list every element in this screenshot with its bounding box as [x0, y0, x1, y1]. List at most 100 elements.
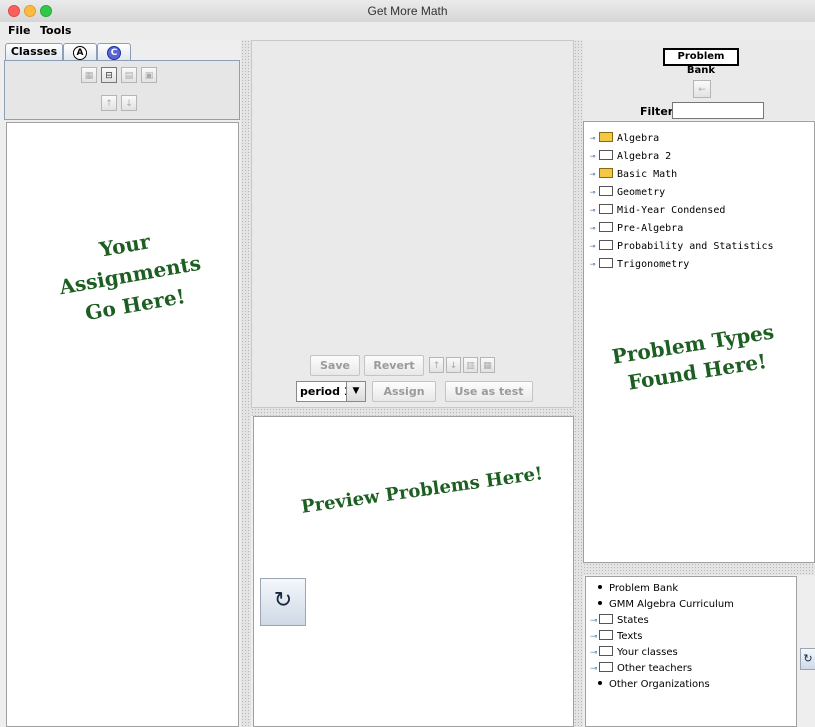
source-item-label: Other teachers [617, 663, 693, 674]
tree-item-label: Geometry [617, 187, 666, 198]
tree-toggle-icon[interactable]: ⊸ [590, 240, 599, 254]
tree-toggle-icon[interactable]: ⊸ [590, 662, 599, 676]
tree-toggle-icon[interactable]: ⊸ [590, 258, 599, 272]
tree-item-label: Algebra 2 [617, 151, 672, 162]
source-item-problem-bank[interactable]: Problem Bank [594, 582, 678, 596]
folder-icon [599, 204, 613, 214]
tree-item-basic-math[interactable]: ⊸ Basic Math [590, 168, 677, 182]
menu-tools[interactable]: Tools [40, 24, 71, 37]
folder-icon [599, 646, 613, 656]
source-item-other-teachers[interactable]: ⊸ Other teachers [590, 662, 692, 676]
menu-file[interactable]: File [8, 24, 31, 37]
revert-button[interactable]: Revert [364, 355, 424, 376]
filter-input[interactable] [672, 102, 764, 119]
print-icon[interactable]: ▥ [463, 357, 478, 373]
source-item-texts[interactable]: ⊸ Texts [590, 630, 642, 644]
tree-toggle-icon[interactable]: ⊸ [590, 204, 599, 218]
folder-icon [599, 222, 613, 232]
tree-item-geometry[interactable]: ⊸ Geometry [590, 186, 665, 200]
source-item-label: Texts [617, 631, 643, 642]
source-item-label: States [617, 615, 649, 626]
tree-item-probability-and-statistics[interactable]: ⊸ Probability and Statistics [590, 240, 774, 254]
lock-assignment-icon[interactable]: ▣ [141, 67, 157, 83]
tree-item-label: Mid-Year Condensed [617, 205, 726, 216]
tab-classes-label: Classes [10, 45, 58, 58]
bullet-icon [598, 681, 602, 685]
period-select-value: period 1 [300, 385, 352, 398]
c-circle-icon: C [107, 46, 121, 60]
tab-c[interactable]: C [97, 43, 131, 61]
tree-item-algebra-2[interactable]: ⊸ Algebra 2 [590, 150, 671, 164]
folder-icon [599, 150, 613, 160]
window-title: Get More Math [367, 4, 448, 18]
source-side-strip: ↻ [798, 576, 815, 727]
move-up-icon[interactable]: ↑ [101, 95, 117, 111]
source-item-states[interactable]: ⊸ States [590, 614, 649, 628]
tree-toggle-icon[interactable]: ⊸ [590, 168, 599, 182]
problem-bank-header: Problem Bank ← Filter: [583, 40, 815, 120]
folder-icon [599, 186, 613, 196]
folder-icon [599, 258, 613, 268]
delete-problem-icon[interactable]: ▦ [480, 357, 495, 373]
tree-toggle-icon[interactable]: ⊸ [590, 630, 599, 644]
refresh-preview-icon[interactable]: ↻ [260, 578, 306, 626]
gold-folder-icon [599, 168, 613, 178]
tree-item-pre-algebra[interactable]: ⊸ Pre-Algebra [590, 222, 683, 236]
tree-toggle-icon[interactable]: ⊸ [590, 614, 599, 628]
move-problem-down-icon[interactable]: ↓ [446, 357, 461, 373]
tree-item-label: Basic Math [617, 169, 678, 180]
assignment-toolbar: ▦ ⊟ ▤ ▣ ↑ ↓ [4, 60, 240, 120]
problem-preview-pane: ↻ [253, 416, 574, 727]
folder-icon [599, 614, 613, 624]
center-splitter[interactable] [251, 408, 574, 416]
tab-classes[interactable]: Classes [5, 43, 63, 61]
a-circle-icon: A [73, 46, 87, 60]
source-item-other-organizations[interactable]: Other Organizations [594, 678, 710, 692]
tree-toggle-icon[interactable]: ⊸ [590, 646, 599, 660]
folder-icon [599, 240, 613, 250]
chevron-down-icon: ▼ [346, 382, 365, 401]
menu-bar: File Tools [0, 22, 815, 40]
move-down-icon[interactable]: ↓ [121, 95, 137, 111]
source-tree[interactable]: Problem Bank GMM Algebra Curriculum ⊸ Sta… [585, 576, 797, 727]
save-button[interactable]: Save [310, 355, 360, 376]
bullet-icon [598, 585, 602, 589]
move-problem-up-icon[interactable]: ↑ [429, 357, 444, 373]
back-arrow-icon[interactable]: ← [693, 80, 711, 98]
tree-item-mid-year-condensed[interactable]: ⊸ Mid-Year Condensed [590, 204, 725, 218]
tree-toggle-icon[interactable]: ⊸ [590, 132, 599, 146]
source-item-label: Your classes [617, 647, 678, 658]
source-item-label: GMM Algebra Curriculum [609, 599, 734, 610]
use-as-test-button[interactable]: Use as test [445, 381, 533, 402]
tree-item-trigonometry[interactable]: ⊸ Trigonometry [590, 258, 689, 272]
open-folder-icon[interactable]: ⊟ [101, 67, 117, 83]
problem-bank-title: Problem Bank [663, 48, 739, 76]
refresh-source-icon[interactable]: ↻ [800, 648, 815, 670]
right-horizontal-splitter[interactable] [583, 563, 815, 575]
tree-item-label: Algebra [617, 133, 660, 144]
folder-icon [599, 630, 613, 640]
assignment-editor: Save Revert ↑ ↓ ▥ ▦ period 1 ▼ Assign Us… [251, 40, 574, 408]
gold-folder-icon [599, 132, 613, 142]
delete-assignment-icon[interactable]: ▦ [81, 67, 97, 83]
tree-item-label: Probability and Statistics [617, 241, 774, 252]
assignments-list[interactable] [6, 122, 239, 727]
tab-a[interactable]: A [63, 43, 97, 61]
tree-toggle-icon[interactable]: ⊸ [590, 222, 599, 236]
source-item-your-classes[interactable]: ⊸ Your classes [590, 646, 678, 660]
assign-button[interactable]: Assign [372, 381, 436, 402]
left-splitter[interactable] [241, 40, 251, 727]
source-item-label: Other Organizations [609, 679, 710, 690]
tree-toggle-icon[interactable]: ⊸ [590, 186, 599, 200]
right-splitter[interactable] [574, 40, 583, 727]
tree-item-label: Pre-Algebra [617, 223, 684, 234]
tree-toggle-icon[interactable]: ⊸ [590, 150, 599, 164]
tree-item-algebra[interactable]: ⊸ Algebra [590, 132, 659, 146]
period-select[interactable]: period 1 ▼ [296, 381, 366, 402]
title-bar: Get More Math [0, 0, 815, 23]
folder-icon [599, 662, 613, 672]
tree-item-label: Trigonometry [617, 259, 690, 270]
source-item-label: Problem Bank [609, 583, 679, 594]
source-item-gmm-algebra-curriculum[interactable]: GMM Algebra Curriculum [594, 598, 734, 612]
copy-assignment-icon[interactable]: ▤ [121, 67, 137, 83]
